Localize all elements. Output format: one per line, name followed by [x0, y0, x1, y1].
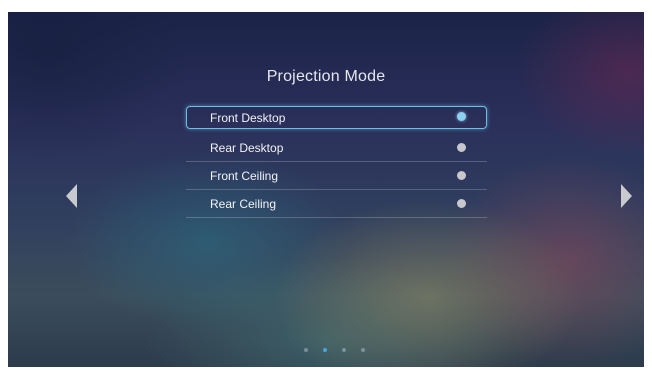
radio-selected-icon[interactable]	[457, 112, 466, 121]
page-dot	[342, 348, 346, 352]
previous-arrow-icon[interactable]	[66, 184, 77, 208]
radio-icon[interactable]	[457, 171, 466, 180]
option-label: Rear Desktop	[210, 141, 284, 155]
page-title: Projection Mode	[266, 68, 386, 85]
page-dot-active	[323, 348, 327, 352]
radio-icon[interactable]	[457, 199, 466, 208]
option-label: Front Desktop	[210, 111, 286, 125]
option-front-ceiling[interactable]: Front Ceiling	[186, 162, 487, 190]
option-rear-ceiling[interactable]: Rear Ceiling	[186, 190, 487, 218]
option-label: Rear Ceiling	[210, 197, 277, 211]
projector-menu-screen: Projection Mode Front Desktop Rear Deskt…	[8, 12, 644, 367]
option-rear-desktop[interactable]: Rear Desktop	[186, 134, 487, 162]
radio-icon[interactable]	[457, 143, 466, 152]
next-arrow-icon[interactable]	[621, 184, 632, 208]
option-label: Front Ceiling	[210, 169, 279, 183]
page-indicator	[304, 348, 365, 352]
option-front-desktop[interactable]: Front Desktop	[186, 106, 487, 129]
page-dot	[304, 348, 308, 352]
projection-mode-options: Front Desktop Rear Desktop Front Ceiling…	[186, 106, 487, 218]
page-dot	[361, 348, 365, 352]
